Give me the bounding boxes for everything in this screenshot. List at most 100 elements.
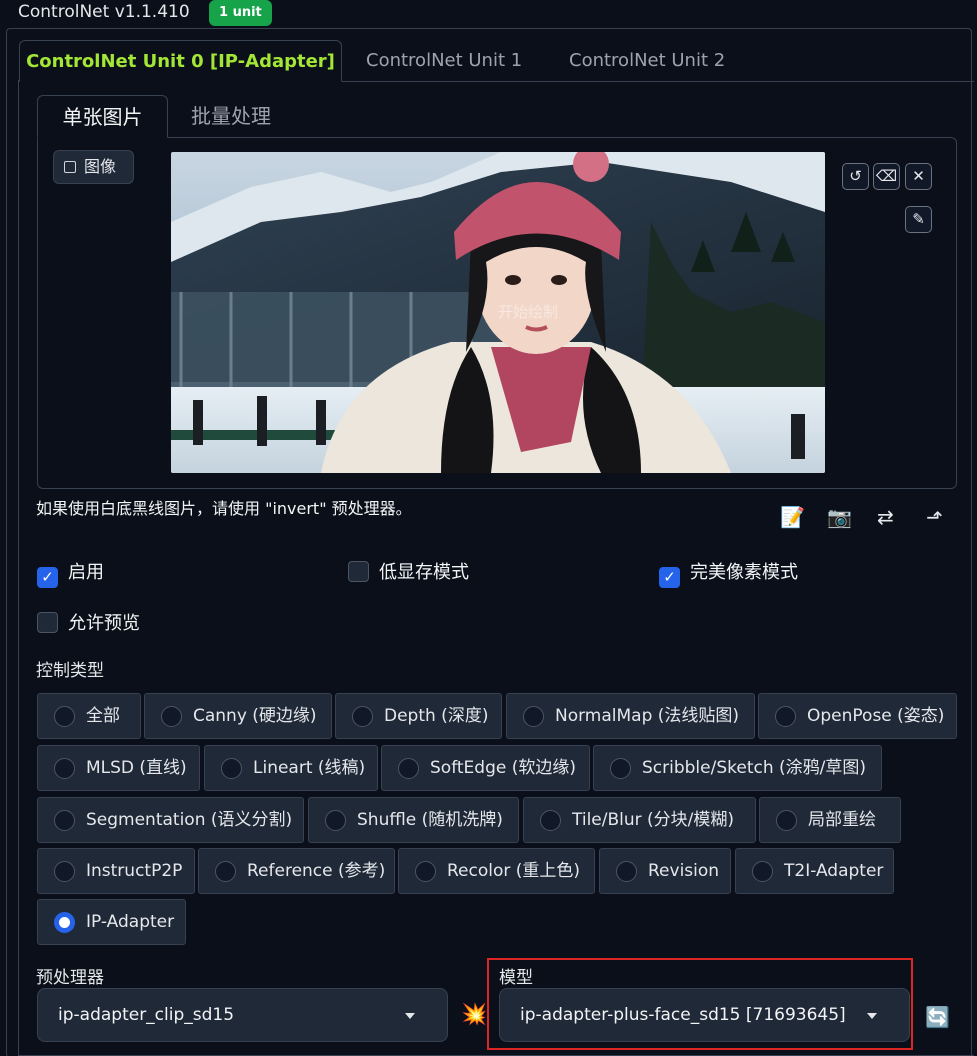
- control-type-option[interactable]: Reference (参考): [198, 848, 395, 894]
- radio-dot[interactable]: [398, 758, 419, 779]
- checkbox-label: 低显存模式: [379, 562, 469, 583]
- radio-dot[interactable]: [54, 706, 75, 727]
- radio-label: Reference (参考): [247, 861, 386, 881]
- camera-icon[interactable]: 📷: [827, 505, 852, 529]
- control-type-option[interactable]: MLSD (直线): [37, 745, 200, 791]
- checkbox-box[interactable]: [348, 561, 369, 582]
- control-type-label: 控制类型: [36, 661, 104, 681]
- model-label: 模型: [499, 968, 533, 988]
- radio-label: T2I-Adapter: [784, 861, 884, 881]
- control-type-option[interactable]: Revision: [599, 848, 731, 894]
- image-watermark: 开始绘制: [498, 303, 558, 321]
- control-type-option[interactable]: Shuffle (随机洗牌): [308, 797, 519, 843]
- chevron-down-icon: [867, 1013, 877, 1019]
- radio-label: Recolor (重上色): [447, 861, 581, 881]
- image-label: 图像: [53, 150, 134, 184]
- photo-illustration: 开始绘制: [171, 152, 825, 473]
- invert-hint: 如果使用白底黑线图片，请使用 "invert" 预处理器。: [36, 499, 412, 518]
- allow-preview-checkbox[interactable]: 允许预览: [37, 610, 140, 638]
- control-type-option[interactable]: Tile/Blur (分块/模糊): [523, 797, 756, 843]
- panel-title: ControlNet v1.1.410: [18, 2, 190, 22]
- radio-dot[interactable]: [415, 861, 436, 882]
- radio-label: InstructP2P: [86, 861, 183, 881]
- radio-label: MLSD (直线): [86, 758, 187, 778]
- radio-dot[interactable]: [352, 706, 373, 727]
- radio-label: Tile/Blur (分块/模糊): [572, 810, 735, 830]
- radio-label: NormalMap (法线贴图): [555, 706, 740, 726]
- radio-label: IP-Adapter: [86, 912, 175, 932]
- run-preprocessor-icon[interactable]: 💥: [461, 1002, 487, 1026]
- control-type-option[interactable]: 全部: [37, 693, 141, 739]
- tab-unit-2[interactable]: ControlNet Unit 2: [569, 40, 725, 82]
- radio-dot[interactable]: [221, 758, 242, 779]
- radio-dot[interactable]: [54, 912, 75, 933]
- image-icon: [64, 161, 76, 173]
- radio-label: 全部: [86, 706, 120, 726]
- radio-dot[interactable]: [776, 810, 797, 831]
- control-type-option[interactable]: NormalMap (法线贴图): [506, 693, 755, 739]
- tab-batch[interactable]: 批量处理: [191, 95, 271, 138]
- radio-dot[interactable]: [752, 861, 773, 882]
- model-value: ip-adapter-plus-face_sd15 [71693645]: [520, 1005, 846, 1025]
- control-type-option[interactable]: OpenPose (姿态): [758, 693, 957, 739]
- control-type-option[interactable]: SoftEdge (软边缘): [381, 745, 590, 791]
- control-type-option[interactable]: T2I-Adapter: [735, 848, 894, 894]
- control-type-option[interactable]: IP-Adapter: [37, 899, 186, 945]
- radio-label: Canny (硬边缘): [193, 706, 317, 726]
- send-icon[interactable]: ⬏: [926, 505, 943, 529]
- uploaded-image[interactable]: 开始绘制: [171, 152, 825, 473]
- radio-label: Lineart (线稿): [253, 758, 366, 778]
- control-type-option[interactable]: Canny (硬边缘): [144, 693, 332, 739]
- model-select[interactable]: ip-adapter-plus-face_sd15 [71693645]: [499, 988, 910, 1042]
- preprocessor-value: ip-adapter_clip_sd15: [58, 1005, 235, 1025]
- radio-dot[interactable]: [540, 810, 561, 831]
- radio-label: Scribble/Sketch (涂鸦/草图): [642, 758, 867, 778]
- checkbox-label: 启用: [68, 562, 104, 583]
- preprocessor-label: 预处理器: [36, 968, 104, 988]
- low-vram-checkbox[interactable]: 低显存模式: [348, 559, 469, 587]
- undo-icon[interactable]: ↺: [842, 163, 869, 190]
- radio-label: Revision: [648, 861, 720, 881]
- radio-dot[interactable]: [610, 758, 631, 779]
- control-type-option[interactable]: 局部重绘: [759, 797, 901, 843]
- radio-label: Shuffle (随机洗牌): [357, 810, 503, 830]
- control-type-option[interactable]: Segmentation (语义分割): [37, 797, 304, 843]
- checkbox-box[interactable]: [37, 612, 58, 633]
- brush-icon[interactable]: ✎: [905, 206, 932, 233]
- tab-unit-0[interactable]: ControlNet Unit 0 [IP-Adapter]: [19, 40, 342, 82]
- swap-icon[interactable]: ⇄: [877, 505, 894, 529]
- tab-unit-1[interactable]: ControlNet Unit 1: [366, 40, 522, 82]
- radio-dot[interactable]: [523, 706, 544, 727]
- radio-label: Segmentation (语义分割): [86, 810, 293, 830]
- radio-dot[interactable]: [161, 706, 182, 727]
- tab-single-image[interactable]: 单张图片: [37, 95, 168, 138]
- radio-dot[interactable]: [54, 810, 75, 831]
- chevron-down-icon: [405, 1013, 415, 1019]
- control-type-option[interactable]: Lineart (线稿): [204, 745, 378, 791]
- radio-dot[interactable]: [215, 861, 236, 882]
- checkbox-box[interactable]: ✓: [659, 567, 680, 588]
- radio-label: SoftEdge (软边缘): [430, 758, 576, 778]
- radio-dot[interactable]: [775, 706, 796, 727]
- radio-dot[interactable]: [54, 758, 75, 779]
- control-type-option[interactable]: InstructP2P: [37, 848, 195, 894]
- unit-count-badge: 1 unit: [209, 0, 272, 26]
- radio-dot[interactable]: [54, 861, 75, 882]
- image-label-text: 图像: [84, 157, 117, 176]
- control-type-option[interactable]: Depth (深度): [335, 693, 502, 739]
- close-icon[interactable]: ✕: [905, 163, 932, 190]
- edit-icon[interactable]: 📝: [780, 505, 805, 529]
- enable-checkbox[interactable]: ✓ 启用: [37, 559, 104, 588]
- radio-dot[interactable]: [616, 861, 637, 882]
- radio-label: OpenPose (姿态): [807, 706, 945, 726]
- checkbox-box[interactable]: ✓: [37, 567, 58, 588]
- control-type-option[interactable]: Recolor (重上色): [398, 848, 595, 894]
- refresh-models-icon[interactable]: 🔄: [925, 1005, 950, 1029]
- pixel-perfect-checkbox[interactable]: ✓ 完美像素模式: [659, 559, 798, 588]
- radio-label: 局部重绘: [808, 810, 876, 830]
- controlnet-panel: ControlNet v1.1.410 1 unit ControlNet Un…: [0, 0, 977, 1056]
- radio-dot[interactable]: [325, 810, 346, 831]
- erase-icon[interactable]: ⌫: [873, 163, 900, 190]
- control-type-option[interactable]: Scribble/Sketch (涂鸦/草图): [593, 745, 882, 791]
- preprocessor-select[interactable]: ip-adapter_clip_sd15: [37, 988, 448, 1042]
